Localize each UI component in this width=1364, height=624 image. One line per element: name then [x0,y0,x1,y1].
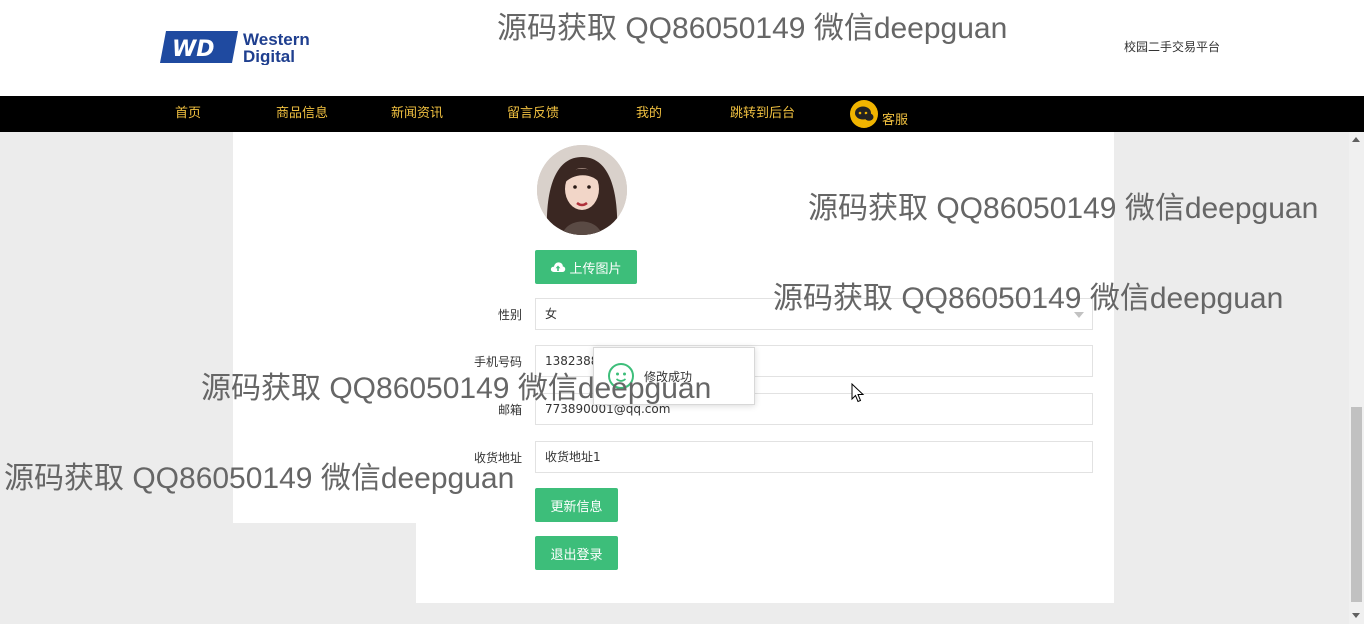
phone-value: 1382388 [545,354,599,368]
upload-image-button[interactable]: 上传图片 [535,250,637,284]
address-input[interactable]: 收货地址1 [535,441,1093,473]
nav-item-service[interactable]: 客服 [850,99,908,129]
mouse-pointer-icon [851,382,865,403]
gender-label: 性别 [497,308,522,322]
nav-item-feedback[interactable]: 留言反馈 [507,96,559,132]
logout-button[interactable]: 退出登录 [535,536,618,570]
sidebar-panel [233,132,416,523]
cloud-upload-icon [550,261,566,273]
email-label: 邮箱 [497,403,522,417]
gender-select[interactable]: 女 [535,298,1093,330]
upload-image-label: 上传图片 [569,261,622,277]
scrollbar-thumb[interactable] [1351,407,1362,602]
scroll-up-arrow-icon[interactable] [1352,137,1360,142]
nav-item-admin[interactable]: 跳转到后台 [730,96,795,132]
toast-message: 修改成功 [644,370,693,384]
nav-service-label: 客服 [882,112,909,128]
address-value: 收货地址1 [545,450,601,464]
svg-text:Digital: Digital [243,47,295,65]
phone-label: 手机号码 [473,355,522,369]
chat-bubble-icon [850,100,878,128]
avatar [537,145,627,235]
gender-value: 女 [545,307,558,321]
chevron-down-icon [1074,312,1084,318]
nav-item-news[interactable]: 新闻资讯 [391,96,443,132]
success-toast: 修改成功 [593,347,755,405]
update-info-button[interactable]: 更新信息 [535,488,618,522]
nav-item-mine[interactable]: 我的 [636,96,662,132]
page-scrollbar[interactable] [1349,132,1364,624]
smiley-icon [608,363,634,389]
site-header: WD Western Digital 校园二手交易平台 [0,0,1364,96]
western-digital-logo[interactable]: WD Western Digital [160,29,330,66]
site-name: 校园二手交易平台 [1124,40,1221,54]
svg-text:WD: WD [172,37,215,62]
main-nav: 首页 商品信息 新闻资讯 留言反馈 我的 跳转到后台 客服 [0,96,1364,132]
scroll-down-arrow-icon[interactable] [1352,613,1360,618]
address-label: 收货地址 [473,451,522,465]
nav-item-home[interactable]: 首页 [175,96,201,132]
nav-item-products[interactable]: 商品信息 [276,96,328,132]
